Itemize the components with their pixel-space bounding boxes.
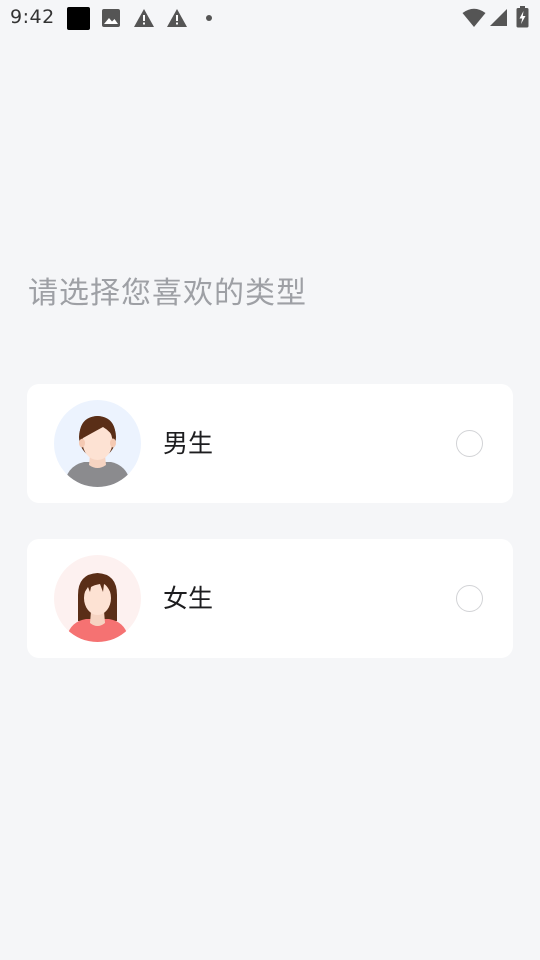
warning-icon-2 [167,9,187,27]
battery-charging-icon [516,6,529,28]
female-avatar [54,555,141,642]
notification-dot-icon [206,15,212,21]
male-avatar [54,400,141,487]
option-label-male: 男生 [163,429,214,458]
option-card-female[interactable]: 女生 [27,539,513,658]
option-card-male[interactable]: 男生 [27,384,513,503]
radio-button-male[interactable] [456,430,483,457]
page-prompt: 请选择您喜欢的类型 [28,276,307,311]
radio-button-female[interactable] [456,585,483,612]
status-time: 9:42 [10,6,55,28]
wifi-icon [462,8,486,27]
image-icon [102,9,120,27]
status-bar: 9:42 [0,0,540,38]
app-notification-icon [67,7,90,30]
warning-icon [134,9,154,27]
cellular-signal-icon [490,9,507,26]
option-label-female: 女生 [163,584,214,613]
